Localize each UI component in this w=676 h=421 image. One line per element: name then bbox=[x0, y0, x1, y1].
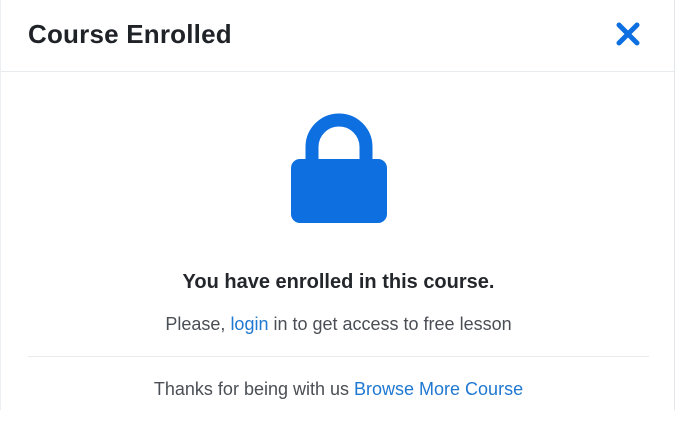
close-icon bbox=[613, 19, 643, 49]
lock-icon bbox=[290, 113, 388, 223]
close-button[interactable] bbox=[613, 19, 643, 49]
modal-header: Course Enrolled bbox=[1, 0, 674, 72]
modal-footer: Thanks for being with us Browse More Cou… bbox=[1, 376, 676, 402]
login-prompt-suffix: in to get access to free lesson bbox=[268, 314, 512, 334]
enrolled-modal: Course Enrolled You have enrolled in thi… bbox=[0, 0, 675, 410]
footer-text: Thanks for being with us bbox=[153, 379, 355, 399]
login-prompt-prefix: Please, bbox=[165, 314, 231, 334]
modal-title: Course Enrolled bbox=[28, 19, 232, 49]
login-prompt: Please, login in to get access to free l… bbox=[1, 311, 676, 337]
divider bbox=[28, 356, 649, 357]
login-link[interactable]: login bbox=[230, 314, 268, 334]
enrolled-headline: You have enrolled in this course. bbox=[182, 271, 495, 293]
browse-more-course-link[interactable]: Browse More Course bbox=[354, 379, 523, 399]
